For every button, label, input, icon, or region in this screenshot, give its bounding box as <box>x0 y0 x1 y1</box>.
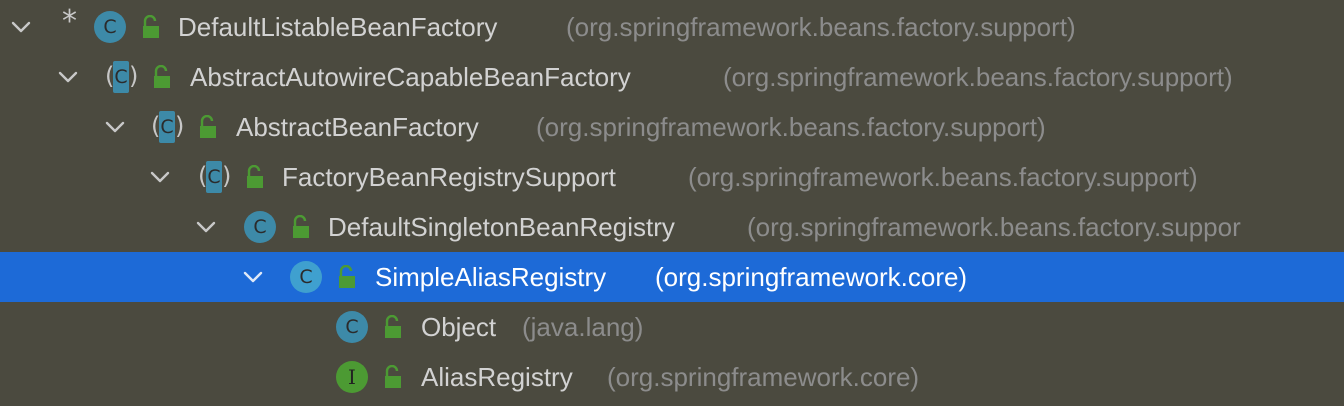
type-hierarchy-tree[interactable]: * C DefaultListableBeanFactory (org.spri… <box>0 0 1344 406</box>
class-name: DefaultListableBeanFactory <box>178 12 498 42</box>
current-class-marker: * <box>62 4 77 39</box>
public-lock-icon <box>139 15 161 39</box>
class-icon: C <box>290 261 322 293</box>
tree-row[interactable]: (C) AbstractAutowireCapableBeanFactory (… <box>0 52 1344 102</box>
package-name: (org.springframework.beans.factory.suppo… <box>688 162 1198 192</box>
tree-row[interactable]: (C) AbstractBeanFactory (org.springframe… <box>0 102 1344 152</box>
public-lock-icon <box>243 165 265 189</box>
tree-row[interactable]: C Object (java.lang) <box>0 302 1344 352</box>
abstract-class-icon: (C) <box>198 161 231 193</box>
class-name: AbstractBeanFactory <box>236 112 479 142</box>
class-icon: C <box>244 211 276 243</box>
chevron-down-icon[interactable] <box>193 214 219 240</box>
tree-row[interactable]: * C DefaultListableBeanFactory (org.spri… <box>0 2 1344 52</box>
class-name: Object <box>421 312 497 342</box>
class-icon: C <box>336 311 368 343</box>
class-name: AliasRegistry <box>421 362 573 392</box>
public-lock-icon <box>381 315 403 339</box>
chevron-down-icon[interactable] <box>102 114 128 140</box>
class-name: SimpleAliasRegistry <box>375 262 607 292</box>
chevron-down-icon[interactable] <box>8 14 34 40</box>
abstract-class-icon: (C) <box>105 61 138 93</box>
interface-icon: I <box>336 361 368 393</box>
package-name: (org.springframework.core) <box>607 362 920 392</box>
class-name: AbstractAutowireCapableBeanFactory <box>190 62 631 92</box>
public-lock-icon <box>289 215 311 239</box>
tree-row-selected[interactable]: C SimpleAliasRegistry (org.springframewo… <box>0 252 1344 302</box>
package-name: (org.springframework.beans.factory.suppo… <box>747 212 1241 242</box>
public-lock-icon <box>150 65 172 89</box>
public-lock-icon <box>381 365 403 389</box>
package-name: (org.springframework.beans.factory.suppo… <box>566 12 1076 42</box>
package-name: (org.springframework.beans.factory.suppo… <box>536 112 1046 142</box>
public-lock-icon <box>335 265 357 289</box>
chevron-down-icon[interactable] <box>240 264 266 290</box>
class-name: DefaultSingletonBeanRegistry <box>328 212 675 242</box>
tree-row[interactable]: I AliasRegistry (org.springframework.cor… <box>0 352 1344 402</box>
tree-row[interactable]: C DefaultSingletonBeanRegistry (org.spri… <box>0 202 1344 252</box>
package-name: (java.lang) <box>522 312 644 342</box>
class-name: FactoryBeanRegistrySupport <box>282 162 616 192</box>
chevron-down-icon[interactable] <box>55 64 81 90</box>
public-lock-icon <box>196 115 218 139</box>
package-name: (org.springframework.beans.factory.suppo… <box>723 62 1233 92</box>
chevron-down-icon[interactable] <box>147 164 173 190</box>
class-icon: C <box>94 11 126 43</box>
tree-row[interactable]: (C) FactoryBeanRegistrySupport (org.spri… <box>0 152 1344 202</box>
package-name: (org.springframework.core) <box>655 262 968 292</box>
abstract-class-icon: (C) <box>151 111 184 143</box>
